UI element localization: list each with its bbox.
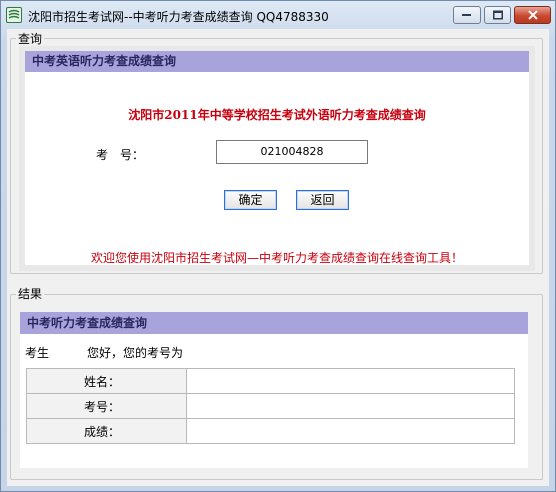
query-group: 查询 中考英语听力考查成绩查询 沈阳市2011年中等学校招生考试外语听力考查成绩…: [10, 32, 543, 274]
minimize-button[interactable]: [453, 6, 481, 24]
back-button[interactable]: 返回: [296, 190, 349, 210]
exam-id-result-value: [186, 393, 515, 419]
greeting-line: 考生 您好，您的考号为: [25, 344, 183, 361]
exam-id-result-label: 考号：: [26, 393, 187, 419]
maximize-button[interactable]: [484, 6, 511, 24]
query-panel: 中考英语听力考查成绩查询 沈阳市2011年中等学校招生考试外语听力考查成绩查询 …: [25, 51, 529, 265]
query-panel-header: 中考英语听力考查成绩查询: [25, 51, 529, 72]
name-label: 姓名：: [26, 368, 187, 394]
table-row: 考号：: [26, 393, 515, 419]
greeting-text: 您好，您的考号为: [87, 346, 184, 360]
name-value: [186, 368, 515, 394]
page-title: 沈阳市2011年中等学校招生考试外语听力考查成绩查询: [128, 108, 426, 122]
score-label: 成绩：: [26, 418, 187, 444]
query-group-label: 查询: [16, 32, 45, 46]
exam-id-input[interactable]: 021004828: [216, 140, 368, 164]
window-title: 沈阳市招生考试网--中考听力考查成绩查询 QQ4788330: [28, 10, 329, 24]
app-window: 沈阳市招生考试网--中考听力考查成绩查询 QQ4788330 查询 中考英语听力…: [0, 0, 556, 492]
close-button[interactable]: [514, 6, 551, 24]
score-value: [186, 418, 515, 444]
table-row: 姓名：: [26, 368, 515, 394]
title-bar[interactable]: 沈阳市招生考试网--中考听力考查成绩查询 QQ4788330: [1, 1, 555, 29]
table-row: 成绩：: [26, 418, 515, 444]
result-panel: 中考听力考查成绩查询 考生 您好，您的考号为 姓名： 考号： 成绩：: [20, 312, 528, 468]
greeting-prefix: 考生: [25, 346, 50, 360]
result-table: 姓名： 考号： 成绩：: [26, 368, 515, 444]
confirm-button[interactable]: 确定: [224, 190, 277, 210]
exam-id-label: 考 号：: [96, 148, 145, 162]
result-panel-header: 中考听力考查成绩查询: [20, 312, 528, 334]
result-group: 结果 中考听力考查成绩查询 考生 您好，您的考号为 姓名： 考号： 成绩：: [10, 287, 543, 480]
app-icon[interactable]: [6, 7, 22, 23]
welcome-message: 欢迎您使用沈阳市招生考试网—中考听力考查成绩查询在线查询工具！: [90, 251, 463, 265]
result-group-label: 结果: [16, 287, 45, 301]
client-area: 查询 中考英语听力考查成绩查询 沈阳市2011年中等学校招生考试外语听力考查成绩…: [7, 29, 549, 486]
